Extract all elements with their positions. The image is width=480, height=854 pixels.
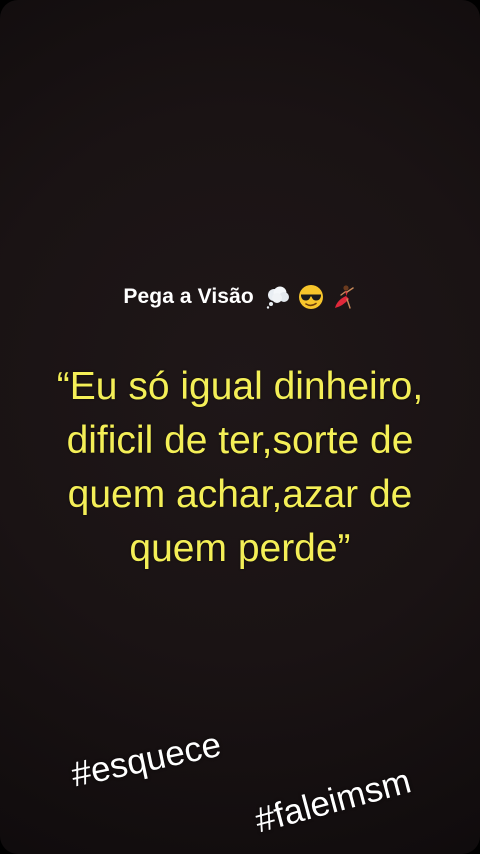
header-title: Pega a Visão [123, 285, 254, 308]
hashtag-sticker-esquece[interactable]: #esquece [68, 725, 225, 796]
header-emojis [264, 284, 357, 310]
quote-line: dificil de ter,sorte de [66, 419, 414, 462]
dancer-icon [334, 285, 354, 309]
quote-line: quem achar,azar de [67, 473, 413, 516]
sunglasses-face-icon [298, 285, 323, 309]
hashtag-sticker-faleimsm[interactable]: #faleimsm [251, 761, 415, 841]
story-header: Pega a Visão [0, 284, 480, 310]
quote-line: “Eu só igual dinheiro, [56, 365, 424, 408]
quote-text: “Eu só igual dinheiro, dificil de ter,so… [20, 360, 460, 576]
quote-line: quem perde” [129, 527, 351, 570]
story-canvas: Pega a Visão “Eu só igual dinheiro, difi… [0, 0, 480, 854]
thought-balloon-icon [266, 286, 289, 309]
